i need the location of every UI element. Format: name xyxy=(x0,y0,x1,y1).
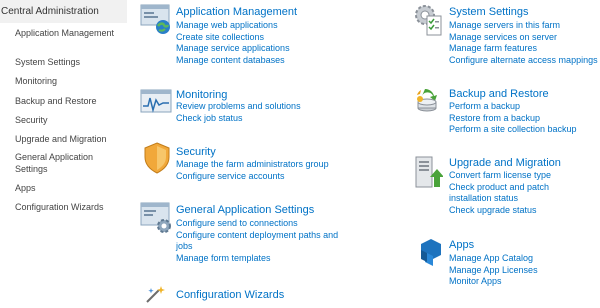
backup-restore-title[interactable]: Backup and Restore xyxy=(449,88,549,101)
manage-content-databases-link[interactable]: Manage content databases xyxy=(176,55,290,67)
restore-from-backup-link[interactable]: Restore from a backup xyxy=(449,113,577,125)
section-configuration-wizards: Configuration Wizards xyxy=(140,284,400,304)
manage-app-licenses-link[interactable]: Manage App Licenses xyxy=(449,265,538,277)
shield-icon xyxy=(143,142,171,174)
upgrade-migration-title[interactable]: Upgrade and Migration xyxy=(449,157,561,170)
nav-item-system-settings[interactable]: System Settings xyxy=(15,56,123,68)
section-apps: Apps Manage App Catalog Manage App Licen… xyxy=(413,236,600,290)
configure-alternate-access-mappings-link[interactable]: Configure alternate access mappings xyxy=(449,55,598,67)
apps-title[interactable]: Apps xyxy=(449,239,474,252)
manage-form-templates-link[interactable]: Manage form templates xyxy=(176,253,354,265)
check-upgrade-status-link[interactable]: Check upgrade status xyxy=(449,205,589,217)
nav-item-monitoring[interactable]: Monitoring xyxy=(15,75,123,87)
section-security: Security Manage the farm administrators … xyxy=(140,142,400,182)
nav-item-security[interactable]: Security xyxy=(15,114,123,126)
section-upgrade-migration: Upgrade and Migration Convert farm licen… xyxy=(413,155,600,221)
configure-content-deployment-link[interactable]: Configure content deployment paths and j… xyxy=(176,230,354,253)
general-settings-icon xyxy=(140,201,174,235)
backup-restore-icon xyxy=(413,86,445,118)
system-settings-icon xyxy=(413,3,445,37)
security-title[interactable]: Security xyxy=(176,146,216,159)
perform-backup-link[interactable]: Perform a backup xyxy=(449,101,577,113)
section-monitoring: Monitoring Review problems and solutions… xyxy=(140,86,400,126)
manage-farm-administrators-link[interactable]: Manage the farm administrators group xyxy=(176,159,329,171)
site-collection-backup-link[interactable]: Perform a site collection backup xyxy=(449,124,577,136)
nav-item-general-application-settings[interactable]: General Application Settings xyxy=(15,151,123,175)
section-system-settings: System Settings Manage servers in this f… xyxy=(413,3,600,71)
nav-item-apps[interactable]: Apps xyxy=(15,182,123,194)
system-settings-title[interactable]: System Settings xyxy=(449,6,528,19)
check-product-patch-status-link[interactable]: Check product and patch installation sta… xyxy=(449,182,589,205)
apps-icon xyxy=(417,238,445,268)
convert-farm-license-link[interactable]: Convert farm license type xyxy=(449,170,589,182)
create-site-collections-link[interactable]: Create site collections xyxy=(176,32,290,44)
manage-services-link[interactable]: Manage services on server xyxy=(449,32,598,44)
review-problems-link[interactable]: Review problems and solutions xyxy=(176,101,301,113)
manage-servers-link[interactable]: Manage servers in this farm xyxy=(449,20,598,32)
manage-app-catalog-link[interactable]: Manage App Catalog xyxy=(449,253,538,265)
manage-web-applications-link[interactable]: Manage web applications xyxy=(176,20,290,32)
application-management-title[interactable]: Application Management xyxy=(176,6,297,19)
nav-item-configuration-wizards[interactable]: Configuration Wizards xyxy=(15,201,123,213)
left-navigation: Central Administration Application Manag… xyxy=(0,0,128,304)
nav-item-backup-restore[interactable]: Backup and Restore xyxy=(15,95,123,107)
section-application-management: Application Management Manage web applic… xyxy=(140,3,400,71)
application-management-icon xyxy=(140,3,172,35)
configure-service-accounts-link[interactable]: Configure service accounts xyxy=(176,171,329,183)
check-job-status-link[interactable]: Check job status xyxy=(176,113,301,125)
manage-service-applications-link[interactable]: Manage service applications xyxy=(176,43,290,55)
configuration-wizards-title[interactable]: Configuration Wizards xyxy=(176,289,284,302)
general-application-settings-title[interactable]: General Application Settings xyxy=(176,204,314,217)
manage-farm-features-link[interactable]: Manage farm features xyxy=(449,43,598,55)
monitor-apps-link[interactable]: Monitor Apps xyxy=(449,276,538,288)
wizard-icon xyxy=(143,285,169,303)
nav-header-central-administration[interactable]: Central Administration xyxy=(0,0,127,23)
nav-item-upgrade-migration[interactable]: Upgrade and Migration xyxy=(15,133,123,145)
upgrade-server-icon xyxy=(413,155,444,189)
monitoring-icon xyxy=(140,88,172,118)
configure-send-to-connections-link[interactable]: Configure send to connections xyxy=(176,218,354,230)
section-backup-restore: Backup and Restore Perform a backup Rest… xyxy=(413,86,600,138)
nav-item-application-management[interactable]: Application Management xyxy=(15,27,123,39)
section-general-application-settings: General Application Settings Configure s… xyxy=(140,201,400,269)
